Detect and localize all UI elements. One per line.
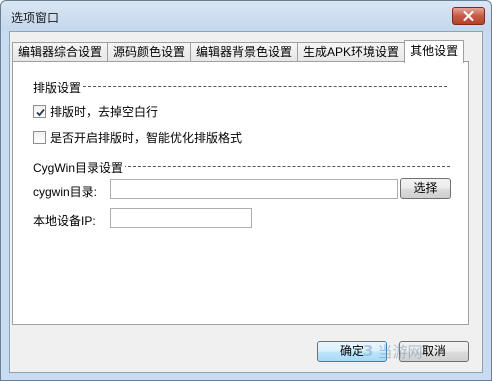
tab-source-colors[interactable]: 源码颜色设置 xyxy=(107,42,192,62)
device-ip-label: 本地设备IP: xyxy=(33,214,96,228)
browse-button[interactable]: 选择 xyxy=(400,178,451,199)
tab-editor-general[interactable]: 编辑器综合设置 xyxy=(12,42,109,62)
close-button[interactable] xyxy=(452,7,485,25)
device-ip-input[interactable] xyxy=(110,208,252,228)
tab-editor-background[interactable]: 编辑器背景色设置 xyxy=(190,42,299,62)
cygwin-dir-label: cygwin目录: xyxy=(33,185,98,199)
tab-other-settings[interactable]: 其他设置 xyxy=(404,40,465,63)
layout-group-divider xyxy=(73,86,447,87)
option-smart-format[interactable]: 是否开启排版时，智能优化排版格式 xyxy=(33,129,242,146)
remove-blank-lines-label: 排版时，去掉空白行 xyxy=(50,105,159,119)
tab-apk-environment[interactable]: 生成APK环境设置 xyxy=(297,42,406,62)
cygwin-dir-input[interactable] xyxy=(110,179,398,199)
smart-format-label: 是否开启排版时，智能优化排版格式 xyxy=(50,131,243,145)
smart-format-checkbox[interactable] xyxy=(33,131,46,144)
watermark-logo: 3 xyxy=(363,342,374,360)
remove-blank-lines-checkbox[interactable] xyxy=(33,105,46,118)
tab-strip: 编辑器综合设置 源码颜色设置 编辑器背景色设置 生成APK环境设置 其他设置 xyxy=(12,40,465,63)
window-title: 选项窗口 xyxy=(11,11,60,25)
watermark-text: 当游网 xyxy=(377,342,423,361)
layout-group-title: 排版设置 xyxy=(33,79,84,96)
title-bar[interactable]: 选项窗口 xyxy=(1,1,491,31)
watermark: 3 当游网 xyxy=(363,336,422,366)
option-remove-blank-lines[interactable]: 排版时，去掉空白行 xyxy=(33,103,158,120)
tab-page-other-settings: 排版设置 排版时，去掉空白行 是否开启排版时，智能优化排版格式 CygWin目录… xyxy=(12,61,469,325)
checkmark-icon xyxy=(36,108,45,117)
close-icon xyxy=(463,11,474,21)
cygwin-group-title: CygWin目录设置 xyxy=(33,159,126,176)
cygwin-group-divider xyxy=(113,166,450,167)
